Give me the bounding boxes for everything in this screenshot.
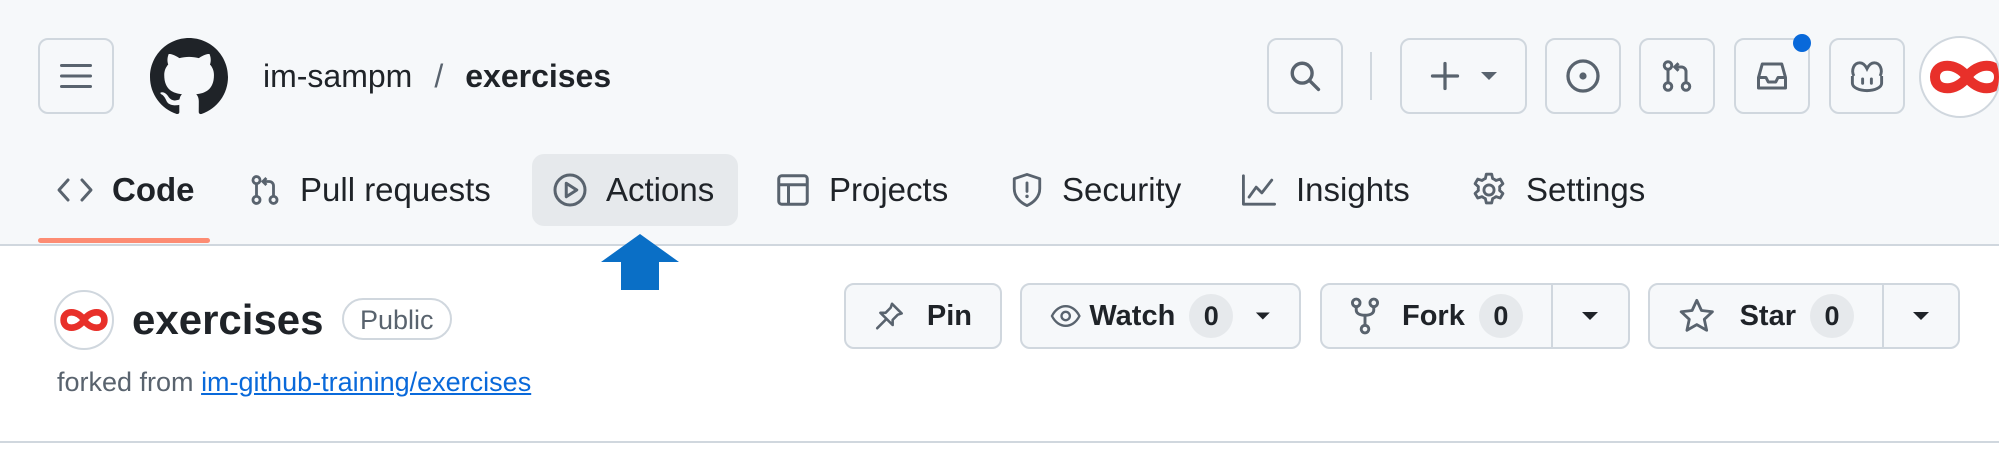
tab-pull-requests-label: Pull requests — [300, 171, 491, 208]
tab-insights[interactable]: Insights — [1220, 154, 1430, 226]
fork-button[interactable]: Fork 0 — [1322, 285, 1553, 347]
tab-insights-label: Insights — [1296, 171, 1410, 208]
breadcrumb-owner-link[interactable]: im-sampm — [263, 52, 412, 100]
pull-requests-button[interactable] — [1639, 38, 1715, 114]
tab-projects-label: Projects — [829, 171, 949, 208]
plus-icon — [1430, 61, 1459, 91]
search-button[interactable] — [1267, 38, 1343, 114]
chevron-down-icon — [1480, 72, 1497, 80]
tab-security-label: Security — [1062, 171, 1182, 208]
star-dropdown-button[interactable] — [1884, 285, 1958, 347]
section-divider — [0, 441, 1999, 443]
tab-pull-requests[interactable]: Pull requests — [228, 154, 511, 226]
fork-count: 0 — [1478, 294, 1523, 338]
pull-request-icon — [1662, 60, 1692, 92]
pin-label: Pin — [926, 299, 972, 332]
tab-actions[interactable]: Actions — [532, 154, 738, 226]
search-icon — [1290, 61, 1321, 92]
header-divider — [1370, 52, 1372, 100]
pin-icon — [875, 302, 903, 330]
breadcrumb-repo-link[interactable]: exercises — [465, 52, 611, 100]
avatar[interactable] — [1919, 36, 1999, 118]
active-tab-underline — [38, 238, 210, 243]
tab-security[interactable]: Security — [990, 154, 1201, 226]
star-chevron-down-icon — [1913, 312, 1929, 320]
git-pull-request-icon — [251, 175, 279, 205]
watch-button[interactable]: Watch 0 — [1020, 283, 1301, 349]
pin-button[interactable]: Pin — [844, 283, 1002, 349]
tab-code-label: Code — [112, 171, 195, 208]
graph-icon — [1241, 174, 1276, 206]
annotation-arrow-up-icon — [601, 234, 679, 290]
fork-dropdown-button[interactable] — [1553, 285, 1628, 347]
inbox-icon — [1757, 62, 1787, 90]
watch-label: Watch — [1089, 299, 1176, 332]
copilot-button[interactable] — [1829, 38, 1905, 114]
repo-name[interactable]: exercises — [132, 292, 324, 348]
watch-chevron-down-icon — [1256, 312, 1271, 320]
repo-infinity-logo — [60, 309, 108, 331]
avatar-infinity-logo — [1929, 60, 1999, 94]
repo-owner-avatar — [54, 290, 114, 350]
breadcrumb-separator: / — [434, 58, 444, 94]
visibility-badge: Public — [342, 298, 452, 340]
hamburger-menu-icon — [60, 64, 92, 88]
tab-settings-label: Settings — [1526, 171, 1646, 208]
play-circle-icon — [553, 173, 587, 207]
fork-chevron-down-icon — [1582, 312, 1599, 320]
github-logo-icon — [150, 38, 228, 115]
forked-from-text: forked from im-github-training/exercises — [57, 364, 531, 400]
shield-icon — [1012, 173, 1042, 207]
copilot-icon — [1850, 61, 1884, 93]
notification-dot — [1793, 34, 1811, 52]
gear-icon — [1473, 172, 1505, 205]
star-icon — [1679, 298, 1714, 332]
hamburger-menu-button[interactable] — [38, 38, 114, 114]
forked-source-link[interactable]: im-github-training/exercises — [201, 367, 531, 397]
issues-button[interactable] — [1545, 38, 1621, 114]
star-label: Star — [1739, 299, 1796, 332]
watch-count: 0 — [1189, 294, 1234, 338]
breadcrumb: im-sampm / exercises — [263, 52, 611, 100]
star-button[interactable]: Star 0 — [1650, 285, 1884, 347]
eye-icon — [1050, 305, 1081, 327]
repo-forked-icon — [1350, 297, 1380, 335]
create-new-button[interactable] — [1400, 38, 1527, 114]
issue-icon — [1566, 59, 1600, 93]
github-logo-link[interactable] — [150, 38, 228, 116]
code-icon — [57, 178, 93, 202]
tab-settings[interactable]: Settings — [1450, 154, 1665, 226]
tab-actions-label: Actions — [606, 171, 715, 208]
fork-label: Fork — [1402, 299, 1465, 332]
table-icon — [777, 174, 809, 206]
tab-projects[interactable]: Projects — [755, 154, 968, 226]
star-button-group: Star 0 — [1648, 283, 1960, 349]
fork-button-group: Fork 0 — [1320, 283, 1630, 349]
forked-from-prefix: forked from — [57, 367, 194, 397]
tab-code[interactable]: Code — [36, 154, 215, 226]
star-count: 0 — [1810, 294, 1854, 338]
